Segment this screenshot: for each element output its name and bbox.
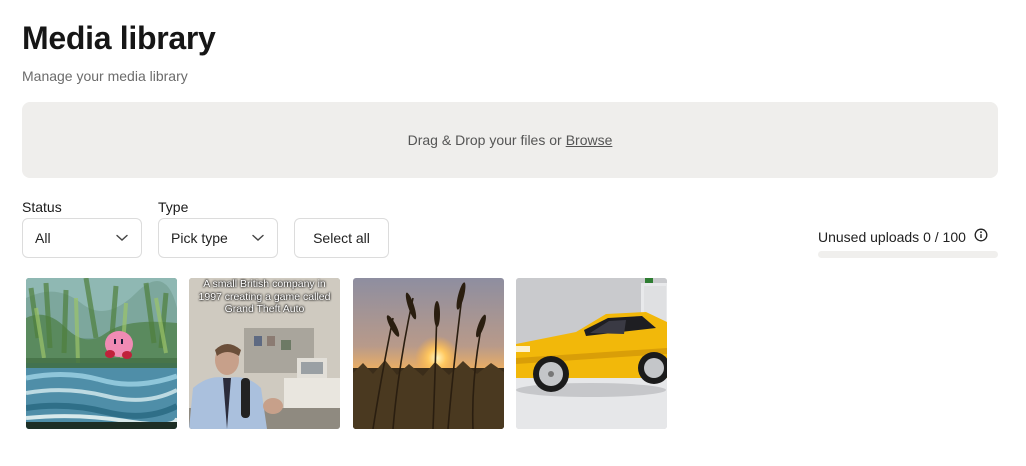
upload-dropzone[interactable]: Drag & Drop your files or Browse [22, 102, 998, 178]
media-thumbnail [26, 278, 177, 429]
unused-uploads-text: Unused uploads 0 / 100 [818, 228, 966, 245]
type-filter-label: Type [158, 199, 189, 215]
select-all-button[interactable]: Select all [294, 218, 389, 258]
status-select-value: All [35, 230, 51, 246]
media-thumbnail [516, 278, 667, 429]
status-select[interactable]: All [22, 218, 142, 258]
media-item-kirby-painting[interactable] [26, 278, 177, 429]
type-select[interactable]: Pick type [158, 218, 278, 258]
unused-uploads-counter: Unused uploads 0 / 100 [818, 228, 988, 245]
page-subtitle: Manage your media library [22, 68, 188, 84]
chevron-down-icon [251, 231, 265, 245]
status-filter-label: Status [22, 199, 62, 215]
usage-progress-bar [818, 251, 998, 258]
chevron-down-icon [115, 231, 129, 245]
media-thumbnail [353, 278, 504, 429]
media-item-yellow-car[interactable] [516, 278, 667, 429]
type-select-value: Pick type [171, 230, 228, 246]
info-icon[interactable] [974, 228, 988, 245]
media-item-sunset-grass[interactable] [353, 278, 504, 429]
browse-link[interactable]: Browse [566, 132, 613, 148]
page-title: Media library [22, 20, 216, 56]
dropzone-text: Drag & Drop your files or [407, 132, 562, 148]
video-caption: A small British company in 1997 creating… [198, 278, 331, 315]
media-item-office-video[interactable]: A small British company in 1997 creating… [189, 278, 340, 429]
